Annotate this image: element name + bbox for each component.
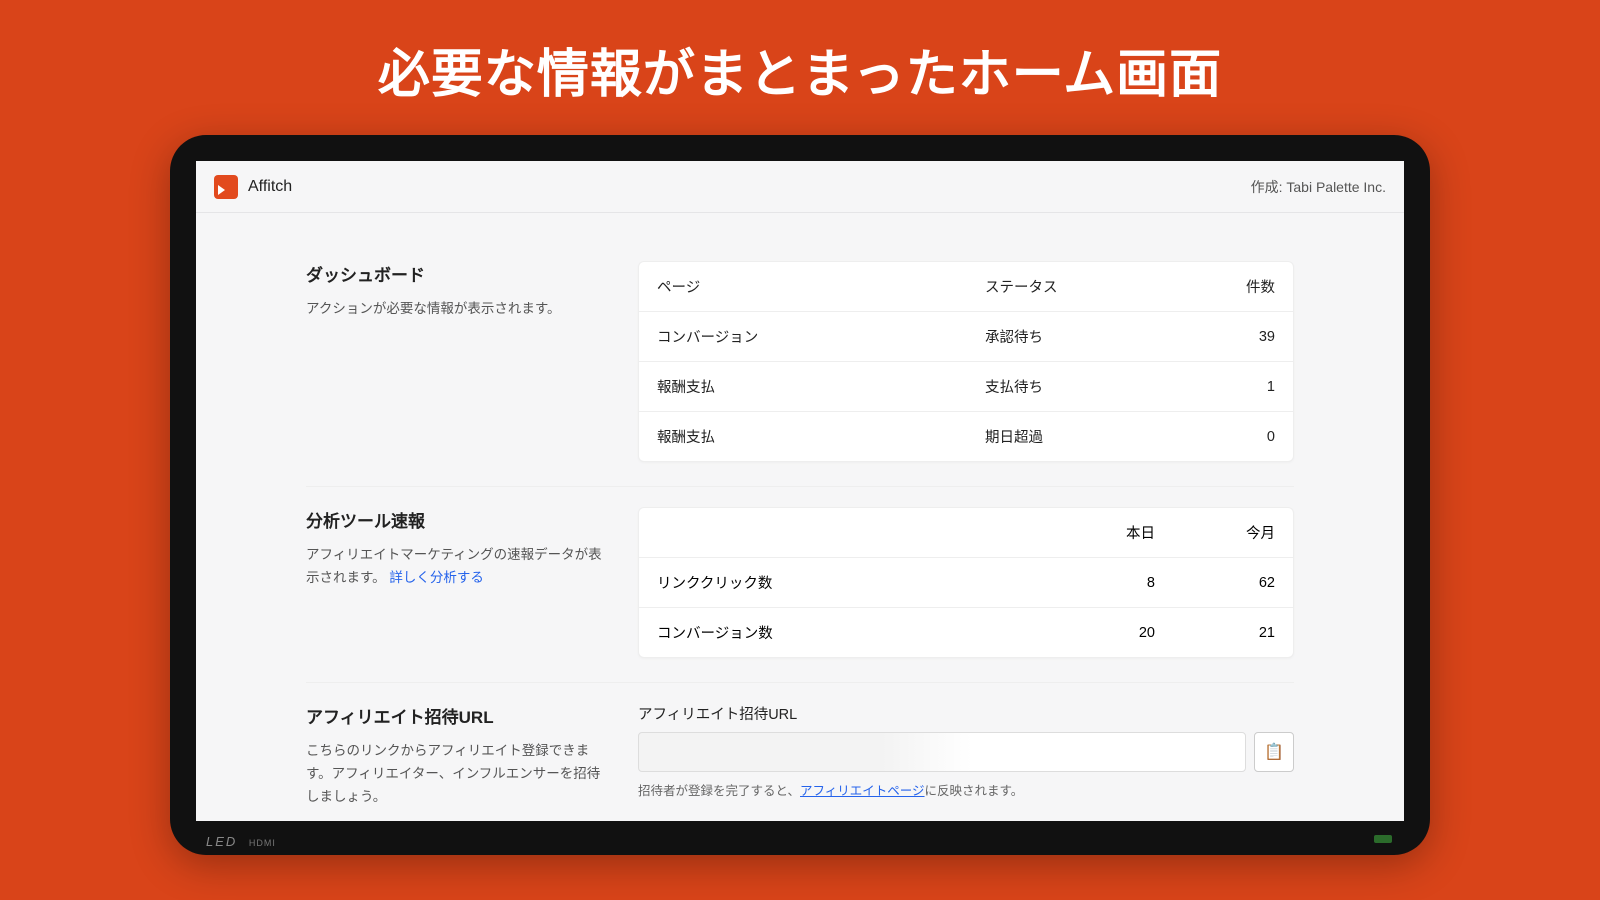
app-logo-icon [214,175,238,199]
cell-page: 報酬支払 [657,426,985,447]
table-row[interactable]: リンククリック数 8 62 [639,558,1293,608]
header-status: ステータス [985,276,1215,297]
section-dashboard: ダッシュボード アクションが必要な情報が表示されます。 ページ ステータス 件数… [306,241,1294,487]
cell-status: 支払待ち [985,376,1215,397]
dashboard-desc: アクションが必要な情報が表示されます。 [306,298,606,321]
cell-label: コンバージョン数 [657,622,1035,643]
cell-page: コンバージョン [657,326,985,347]
header-month: 今月 [1155,522,1275,543]
dashboard-title: ダッシュボード [306,261,606,286]
cell-month: 62 [1155,575,1275,591]
tablet-frame: Affitch 作成: Tabi Palette Inc. ダッシュボード アク… [170,135,1430,855]
copy-button[interactable]: 📋 [1254,732,1294,772]
analytics-table: 本日 今月 リンククリック数 8 62 コンバージョン数 20 21 [638,507,1294,658]
table-row[interactable]: コンバージョン 承認待ち 39 [639,312,1293,362]
header-today: 本日 [1035,522,1155,543]
analytics-link[interactable]: 詳しく分析する [389,570,484,585]
clipboard-icon: 📋 [1264,742,1284,762]
power-led-icon [1374,835,1392,843]
topbar: Affitch 作成: Tabi Palette Inc. [196,161,1404,213]
dashboard-table: ページ ステータス 件数 コンバージョン 承認待ち 39 報酬支払 支払待ち 1 [638,261,1294,462]
section-invite: アフィリエイト招待URL こちらのリンクからアフィリエイト登録できます。アフィリ… [306,683,1294,821]
cell-today: 8 [1035,575,1155,591]
cell-status: 承認待ち [985,326,1215,347]
invite-hint-pre: 招待者が登録を完了すると、 [638,784,800,798]
creator-label: 作成: Tabi Palette Inc. [1251,177,1386,197]
table-row[interactable]: 報酬支払 期日超過 0 [639,412,1293,461]
invite-title: アフィリエイト招待URL [306,703,606,728]
invite-url-input[interactable] [638,732,1246,772]
table-header: 本日 今月 [639,508,1293,558]
section-analytics: 分析ツール速報 アフィリエイトマーケティングの速報データが表示されます。 詳しく… [306,487,1294,683]
cell-today: 20 [1035,625,1155,641]
cell-page: 報酬支払 [657,376,985,397]
table-header: ページ ステータス 件数 [639,262,1293,312]
header-count: 件数 [1215,276,1275,297]
invite-desc: こちらのリンクからアフィリエイト登録できます。アフィリエイター、インフルエンサー… [306,740,606,809]
invite-hint: 招待者が登録を完了すると、アフィリエイトページに反映されます。 [638,780,1294,799]
tablet-brand: LED [206,834,237,849]
invite-field-label: アフィリエイト招待URL [638,703,1294,724]
cell-count: 1 [1215,379,1275,395]
cell-count: 39 [1215,329,1275,345]
cell-status: 期日超過 [985,426,1215,447]
table-row[interactable]: コンバージョン数 20 21 [639,608,1293,657]
tablet-port: HDMI [249,838,276,848]
cell-label: リンククリック数 [657,572,1035,593]
tablet-branding: LED HDMI [206,834,276,849]
table-row[interactable]: 報酬支払 支払待ち 1 [639,362,1293,412]
hero-headline: 必要な情報がまとまったホーム画面 [0,0,1600,135]
cell-count: 0 [1215,429,1275,445]
app-name: Affitch [248,178,292,196]
analytics-desc: アフィリエイトマーケティングの速報データが表示されます。 詳しく分析する [306,544,606,590]
cell-month: 21 [1155,625,1275,641]
invite-hint-post: に反映されます。 [925,784,1024,798]
screen: Affitch 作成: Tabi Palette Inc. ダッシュボード アク… [196,161,1404,821]
analytics-title: 分析ツール速報 [306,507,606,532]
affiliate-page-link[interactable]: アフィリエイトページ [800,784,925,798]
header-page: ページ [657,276,985,297]
